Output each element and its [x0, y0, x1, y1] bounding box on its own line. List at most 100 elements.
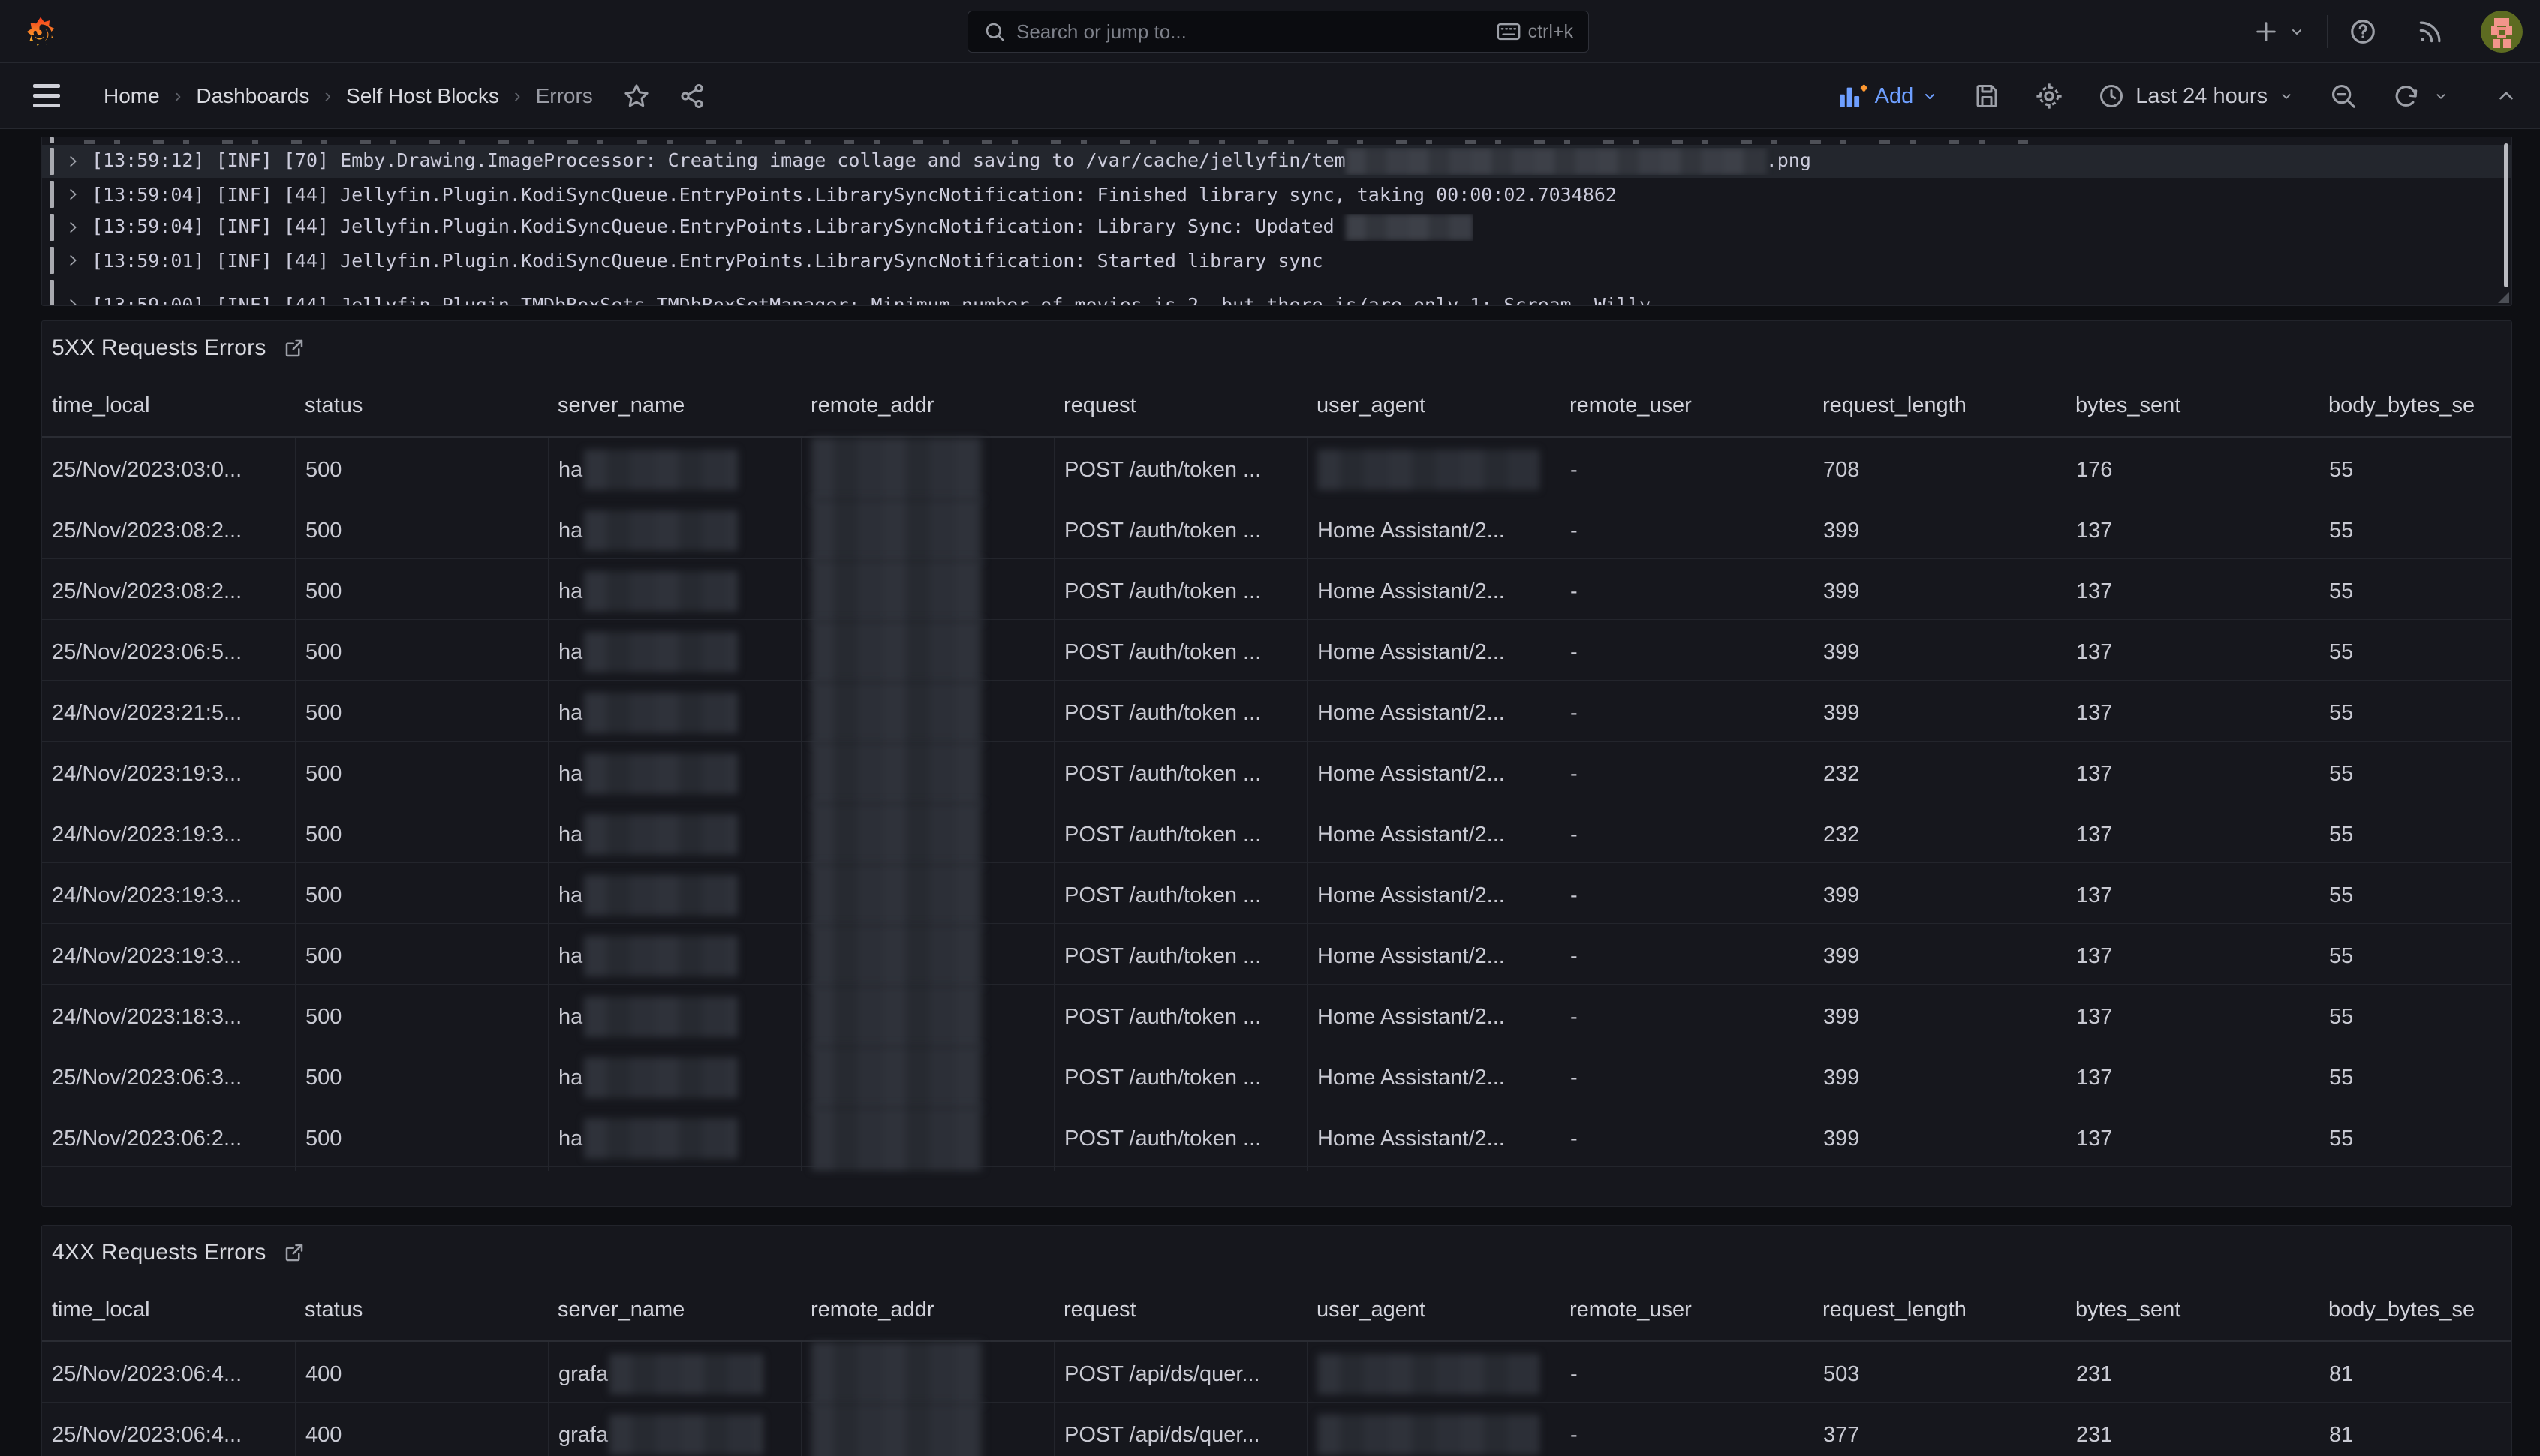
table-cell-status: 400: [295, 1403, 548, 1456]
panel-4xx-requests-errors: 4XX Requests Errors time_localstatusserv…: [41, 1225, 2512, 1456]
table-cell-remote_user: -: [1560, 802, 1813, 867]
table-row: 24/Nov/2023:19:3...500haPOST /auth/token…: [42, 742, 2511, 802]
search-input[interactable]: [1016, 20, 1497, 44]
panel-resize-handle[interactable]: [2498, 292, 2509, 303]
menu-toggle-button[interactable]: [33, 84, 60, 107]
chevron-down-icon: [2433, 88, 2449, 104]
save-dashboard-button[interactable]: [1973, 83, 2000, 110]
table-cell-remote_user: -: [1560, 742, 1813, 806]
table-cell-time_local: 25/Nov/2023:06:5...: [42, 620, 295, 684]
share-button[interactable]: [679, 83, 706, 110]
column-header-body_bytes_se[interactable]: body_bytes_se: [2319, 1280, 2511, 1340]
table-cell-time_local: 25/Nov/2023:08:2...: [42, 559, 295, 624]
log-row[interactable]: [13:59:00] [INF] [44] Jellyfin.Plugin.TM…: [42, 277, 2511, 305]
log-row[interactable]: [13:59:04] [INF] [44] Jellyfin.Plugin.Ko…: [42, 178, 2511, 211]
breadcrumb-item-home[interactable]: Home: [104, 84, 160, 108]
column-header-bytes_sent[interactable]: bytes_sent: [2066, 1280, 2319, 1340]
cell-text-prefix: grafa: [558, 1362, 608, 1387]
user-avatar[interactable]: [2481, 11, 2523, 53]
log-row-partial[interactable]: [42, 137, 2511, 145]
log-row[interactable]: [13:59:12] [INF] [70] Emby.Drawing.Image…: [42, 145, 2511, 178]
expand-chevron-icon[interactable]: [65, 252, 81, 269]
table-cell-request_length: 399: [1813, 559, 2066, 624]
redacted-cell: [811, 438, 983, 502]
table-cell-request: POST /auth/token ...: [1054, 924, 1307, 988]
refresh-button[interactable]: [2392, 82, 2449, 110]
table-cell-time_local: 24/Nov/2023:18:3...: [42, 985, 295, 1049]
column-header-bytes_sent[interactable]: bytes_sent: [2066, 375, 2319, 436]
column-header-user_agent[interactable]: user_agent: [1307, 375, 1560, 436]
collapse-toolbar-button[interactable]: [2495, 85, 2517, 107]
redacted-cell: [584, 1057, 738, 1098]
table-cell-time_local: 25/Nov/2023:06:4...: [42, 1342, 295, 1406]
log-level-bar: [50, 214, 54, 241]
column-header-request_length[interactable]: request_length: [1813, 1280, 2066, 1340]
expand-chevron-icon[interactable]: [65, 296, 81, 305]
zoom-out-time-button[interactable]: [2329, 82, 2358, 110]
cell-text-prefix: ha: [558, 579, 582, 604]
column-header-status[interactable]: status: [295, 1280, 548, 1340]
table-body: 25/Nov/2023:06:4...400 grafa POST /api/ds/…: [42, 1342, 2511, 1456]
breadcrumb-item-self-host-blocks[interactable]: Self Host Blocks: [346, 84, 499, 108]
panel-external-link[interactable]: [283, 1241, 305, 1264]
table-cell-bytes_sent: 137: [2066, 802, 2319, 867]
table-cell-request_length: 377: [1813, 1403, 2066, 1456]
table-cell-request_length: 399: [1813, 1045, 2066, 1110]
log-level-bar: [50, 181, 54, 208]
table-cell-body_bytes_se: 55: [2319, 802, 2511, 867]
log-level-bar: [50, 247, 54, 274]
news-button[interactable]: [2416, 17, 2445, 46]
column-header-time_local[interactable]: time_local: [42, 375, 295, 436]
log-row[interactable]: [13:59:01] [INF] [44] Jellyfin.Plugin.Ko…: [42, 244, 2511, 277]
redacted-text: [1346, 214, 1473, 241]
table-row: 24/Nov/2023:18:3...500haPOST /auth/token…: [42, 985, 2511, 1045]
table-cell-remote_user: -: [1560, 1342, 1813, 1406]
dashboard-settings-button[interactable]: [2035, 82, 2063, 110]
column-header-status[interactable]: status: [295, 375, 548, 436]
table-header-row: time_localstatusserver_nameremote_addrre…: [42, 375, 2511, 438]
column-header-request[interactable]: request: [1054, 375, 1307, 436]
log-row[interactable]: [13:59:04] [INF] [44] Jellyfin.Plugin.Ko…: [42, 211, 2511, 244]
column-header-request[interactable]: request: [1054, 1280, 1307, 1340]
breadcrumb-item-dashboards[interactable]: Dashboards: [196, 84, 309, 108]
column-header-remote_addr[interactable]: remote_addr: [801, 375, 1054, 436]
expand-chevron-icon[interactable]: [65, 219, 81, 236]
rss-icon: [2416, 17, 2445, 46]
table-cell-user_agent: Home Assistant/2...: [1307, 1045, 1560, 1110]
table-cell-request: POST /auth/token ...: [1054, 1045, 1307, 1110]
grafana-logo-icon[interactable]: [21, 11, 60, 53]
table-row: 25/Nov/2023:06:2...500haPOST /auth/token…: [42, 1106, 2511, 1167]
cell-text-prefix: ha: [558, 1127, 582, 1151]
redacted-cell: [811, 863, 983, 928]
table-cell-user_agent: Home Assistant/2...: [1307, 924, 1560, 988]
redacted-cell: [1317, 450, 1539, 490]
column-header-remote_user[interactable]: remote_user: [1560, 1280, 1813, 1340]
column-header-time_local[interactable]: time_local: [42, 1280, 295, 1340]
time-range-picker[interactable]: Last 24 hours: [2098, 83, 2295, 110]
expand-chevron-icon[interactable]: [65, 153, 81, 170]
table-cell-time_local: 25/Nov/2023:03:0...: [42, 438, 295, 502]
table-cell-time_local: 25/Nov/2023:08:2...: [42, 498, 295, 563]
help-button[interactable]: [2349, 17, 2377, 46]
column-header-body_bytes_se[interactable]: body_bytes_se: [2319, 375, 2511, 436]
column-header-remote_addr[interactable]: remote_addr: [801, 1280, 1054, 1340]
log-scrollbar-thumb[interactable]: [2504, 143, 2508, 287]
redacted-cell: [584, 510, 738, 551]
table-cell-request: POST /api/ds/quer...: [1054, 1403, 1307, 1456]
global-search[interactable]: ctrl+k: [968, 11, 1589, 53]
add-panel-button[interactable]: Add: [1837, 83, 1940, 109]
favorite-star-button[interactable]: [623, 83, 650, 110]
panel-external-link[interactable]: [283, 337, 305, 359]
table-cell-status: 500: [295, 924, 548, 988]
column-header-request_length[interactable]: request_length: [1813, 375, 2066, 436]
table-cell-bytes_sent: 137: [2066, 1045, 2319, 1110]
column-header-server_name[interactable]: server_name: [548, 375, 801, 436]
column-header-remote_user[interactable]: remote_user: [1560, 375, 1813, 436]
column-header-server_name[interactable]: server_name: [548, 1280, 801, 1340]
table-cell-user_agent: Home Assistant/2...: [1307, 620, 1560, 684]
new-button[interactable]: [2253, 19, 2306, 44]
top-nav: ctrl+k: [0, 0, 2540, 63]
column-header-user_agent[interactable]: user_agent: [1307, 1280, 1560, 1340]
logs-panel: [13:59:12] [INF] [70] Emby.Drawing.Image…: [41, 137, 2512, 306]
expand-chevron-icon[interactable]: [65, 186, 81, 203]
